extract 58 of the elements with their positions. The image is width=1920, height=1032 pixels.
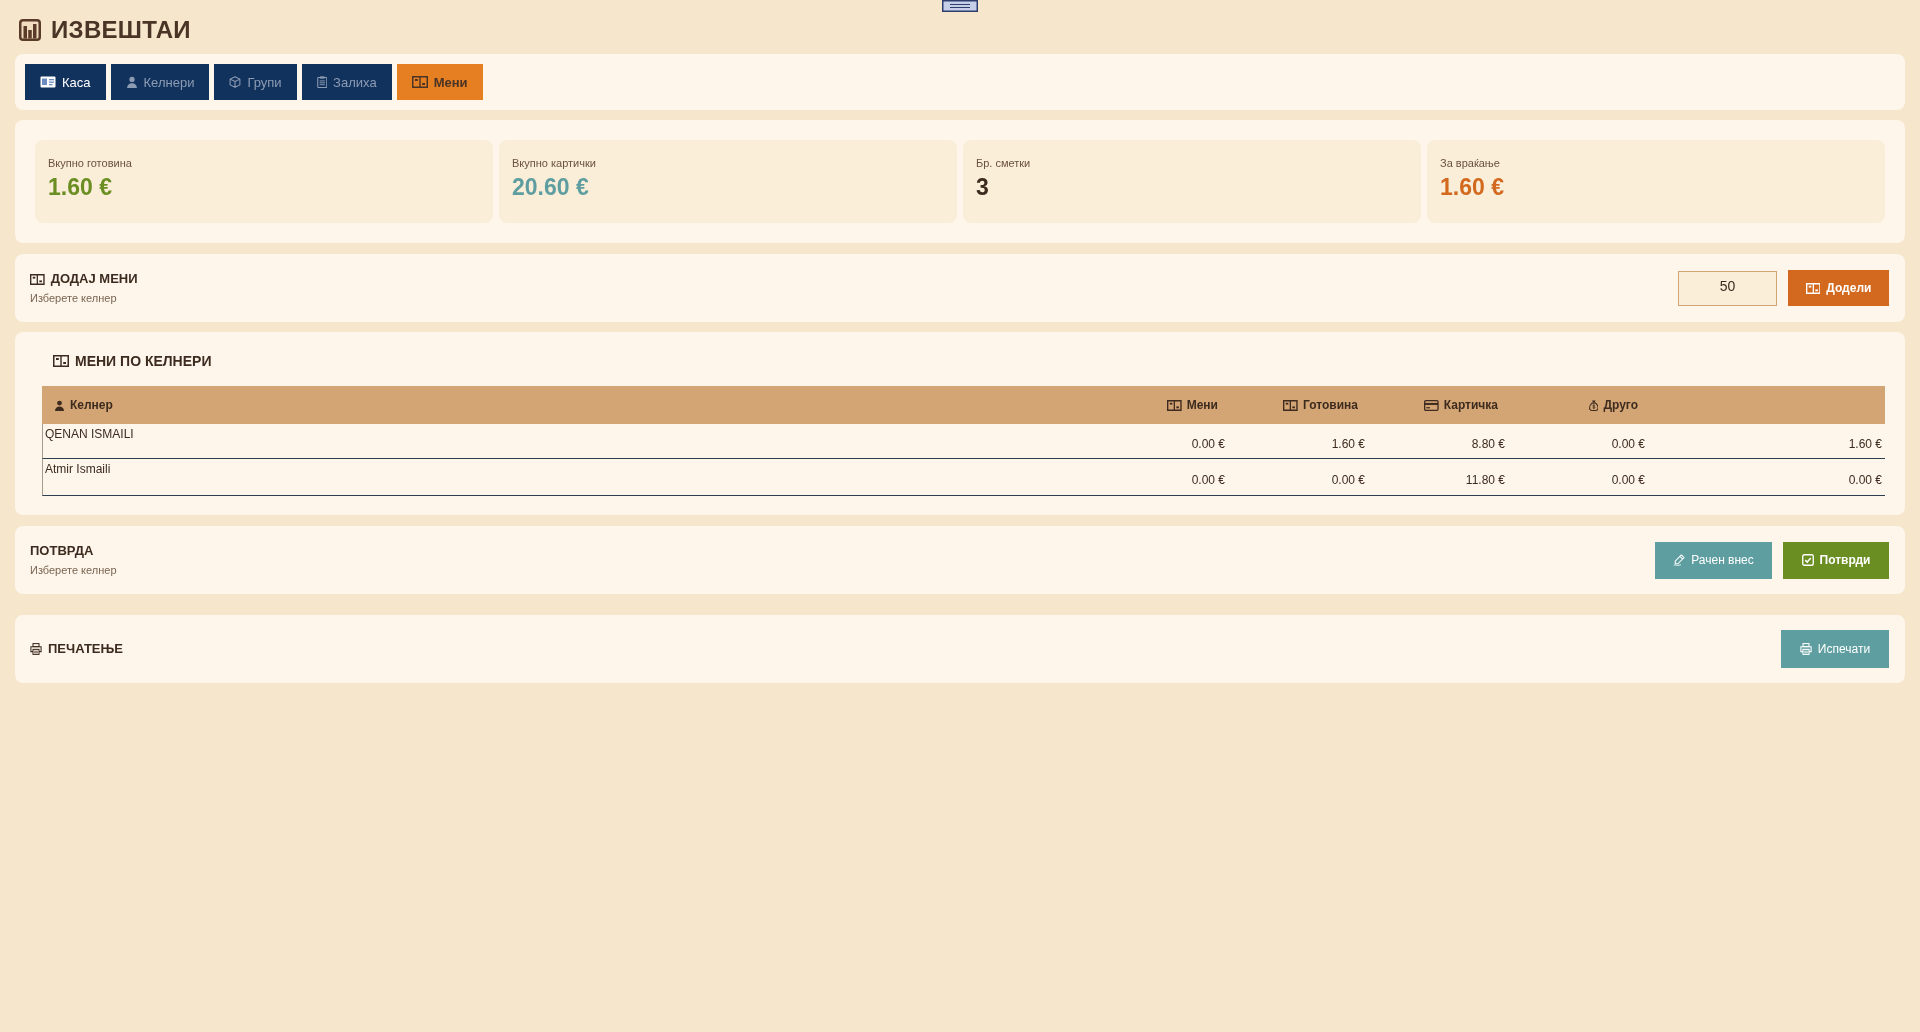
summary-label: Бр. сметки — [976, 156, 1032, 170]
pen-icon — [1673, 554, 1686, 566]
summary-value: 1.60 € — [1440, 173, 1505, 201]
summary-value: 1.60 € — [48, 173, 113, 201]
credit-card-icon — [1424, 399, 1439, 411]
manual-entry-button[interactable]: Рачен внес — [1655, 541, 1772, 579]
section-title: ПОТВРДА — [30, 543, 94, 559]
page-title: ИЗВЕШТАИ — [51, 16, 191, 44]
summary-label: Вкупно готовина — [48, 156, 133, 170]
column-header: Друго — [1603, 398, 1638, 412]
tab[interactable]: Каса — [25, 64, 106, 100]
section-title: ПЕЧАТЕЊЕ — [48, 641, 123, 657]
print-button[interactable]: Испечати — [1781, 630, 1889, 668]
clipboard-icon — [316, 76, 328, 88]
printer-icon — [30, 643, 42, 655]
table-cell-text: Atmir Ismaili — [44, 461, 112, 476]
table-cell-text: 8.80 € — [1470, 435, 1506, 451]
table-cell-text: 0.00 € — [1610, 471, 1646, 487]
table-cell-text: QENAN ISMAILI — [44, 426, 135, 441]
summary-value: 20.60 € — [512, 173, 590, 201]
book-icon — [411, 76, 428, 88]
book-icon — [53, 355, 69, 367]
column-header: Келнер — [70, 398, 113, 412]
check-square-icon — [1801, 554, 1814, 566]
person-icon — [54, 399, 65, 411]
assign-button[interactable]: Додели — [1788, 270, 1889, 306]
person-icon — [125, 76, 138, 88]
summary-value: 3 — [976, 173, 990, 201]
book-icon — [1167, 399, 1182, 411]
summary-label: Вкупно картички — [512, 156, 597, 170]
table-cell-text: 0.00 € — [1610, 435, 1646, 451]
id-card-icon — [40, 76, 56, 88]
table-cell-text: 0.00 € — [1847, 471, 1883, 487]
book-icon — [1283, 399, 1299, 411]
section-subtitle: Изберете келнер — [30, 291, 118, 305]
table-cell-text: 0.00 € — [1190, 435, 1226, 451]
book-icon — [30, 273, 45, 285]
column-header: Мени — [1186, 398, 1218, 412]
section-title: ДОДАЈ МЕНИ — [50, 271, 138, 287]
table-cell-text: 1.60 € — [1847, 435, 1883, 451]
table-cell-text: 0.00 € — [1330, 471, 1366, 487]
money-bag-icon — [1588, 399, 1599, 411]
summary-label: За враќање — [1440, 156, 1501, 170]
printer-icon — [1799, 643, 1812, 655]
column-header: Картичка — [1443, 398, 1498, 412]
table-cell-text: 0.00 € — [1190, 471, 1226, 487]
tab[interactable]: Мени — [396, 64, 483, 100]
section-subtitle: Изберете келнер — [30, 563, 117, 577]
book-icon — [1805, 282, 1821, 294]
bar-chart-icon — [18, 18, 42, 42]
confirm-button[interactable]: Потврди — [1783, 541, 1889, 579]
handle-icon[interactable] — [942, 0, 978, 12]
column-header: Готовина — [1303, 398, 1358, 412]
cube-icon — [229, 76, 242, 88]
section-title: МЕНИ ПО КЕЛНЕРИ — [75, 353, 212, 369]
table-cell-text: 11.80 € — [1464, 471, 1506, 487]
table-cell-text: 1.60 € — [1330, 435, 1366, 451]
amount-field[interactable]: 50 — [1678, 270, 1777, 306]
